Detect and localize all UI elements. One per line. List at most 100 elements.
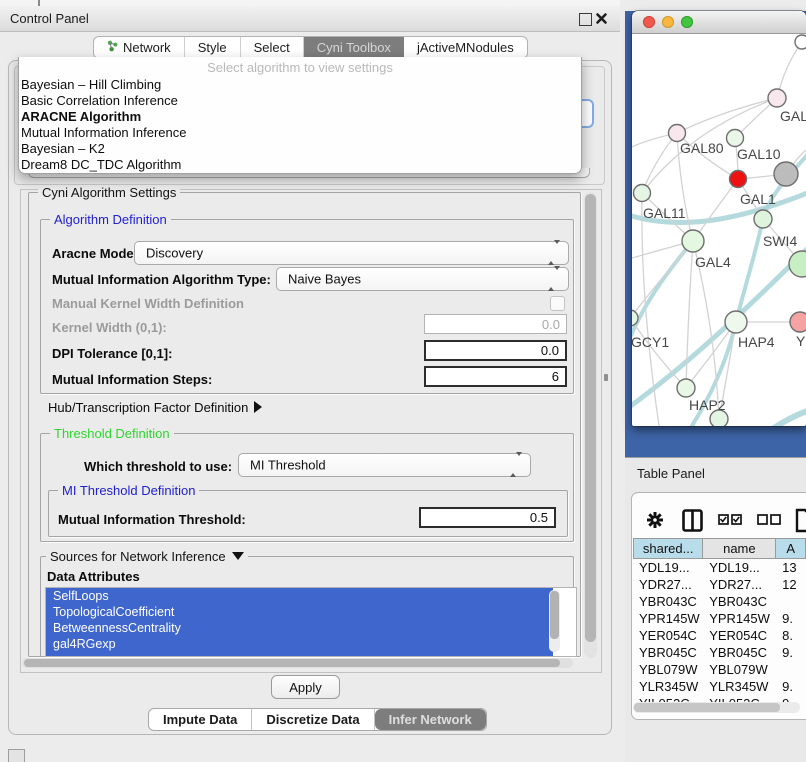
data-attribute-item[interactable]: gal4RGexp [46, 636, 553, 652]
splitter-handle[interactable] [604, 374, 608, 381]
algorithm-option[interactable]: Basic Correlation Inference [21, 93, 577, 109]
table-row[interactable]: YBL079WYBL079W [633, 661, 806, 678]
collapse-down-icon [232, 552, 244, 560]
tab-select[interactable]: Select [241, 37, 304, 58]
close-traffic-light-icon[interactable] [643, 16, 655, 28]
network-node-gal1[interactable] [730, 171, 747, 188]
tab-style[interactable]: Style [185, 37, 241, 58]
network-node[interactable] [774, 162, 798, 186]
columns-icon[interactable] [682, 509, 703, 532]
tab-label: Cyni Toolbox [317, 40, 391, 55]
network-node-swi4[interactable] [754, 210, 772, 228]
network-node-hap4[interactable] [725, 311, 747, 333]
mi-type-combo[interactable]: Naive Bayes [276, 267, 569, 291]
data-attributes-label: Data Attributes [47, 569, 140, 584]
sources-toggle[interactable]: Sources for Network Inference [46, 549, 248, 564]
data-attribute-item[interactable]: BetweennessCentrality [46, 620, 553, 636]
manual-kernel-label: Manual Kernel Width Definition [52, 296, 244, 311]
settings-hscrollbar-thumb[interactable] [24, 659, 560, 667]
table-cell: YPR145W [633, 611, 703, 626]
node-label: HAP2 [689, 397, 726, 413]
table-row[interactable]: YBR045CYBR045C9. [633, 644, 806, 661]
algorithm-option[interactable]: Bayesian – K2 [21, 141, 577, 157]
app-screenshot: Control Panel NetworkStyleSelectCyni Too… [0, 0, 806, 762]
node-label: Y [796, 333, 806, 349]
algorithm-option[interactable]: Mutual Information Inference [21, 125, 577, 141]
network-node-y[interactable] [790, 312, 806, 332]
combo-arrows-icon [548, 270, 560, 288]
settings-vscrollbar-thumb[interactable] [585, 194, 596, 642]
column-header-3[interactable]: A [776, 538, 806, 559]
mi-threshold-field[interactable]: 0.5 [419, 507, 556, 528]
algorithm-option[interactable]: Dream8 DC_TDC Algorithm [21, 157, 577, 173]
aracne-mode-label: Aracne Mode: [52, 246, 138, 261]
tab-network[interactable]: Network [94, 37, 185, 58]
table-hscrollbar-thumb[interactable] [634, 703, 780, 712]
table-cell: YLR345W [703, 679, 776, 694]
new-table-icon[interactable] [795, 508, 806, 533]
table-cell: 9. [776, 645, 806, 660]
table-cell: YER054C [703, 628, 776, 643]
table-row[interactable]: YDL19...YDL19...13 [633, 559, 806, 576]
attributes-vscrollbar-thumb[interactable] [550, 591, 559, 639]
column-header-2[interactable]: name [703, 538, 776, 559]
data-attribute-item[interactable]: SelfLoops [46, 588, 553, 604]
network-node-gal11[interactable] [634, 185, 651, 202]
kernel-width-field[interactable]: 0.0 [424, 314, 567, 334]
hub-definition-toggle[interactable]: Hub/Transcription Factor Definition [48, 400, 262, 415]
float-window-icon[interactable] [579, 13, 592, 26]
network-node-labels: GAL2GAL80GAL10GAL1GAL11SWI4GAL4HAP4YGCY1… [632, 108, 806, 413]
network-window-titlebar[interactable] [632, 11, 806, 34]
algorithm-option[interactable]: Bayesian – Hill Climbing [21, 77, 577, 93]
column-header-1[interactable]: shared... [633, 538, 703, 559]
close-icon[interactable] [595, 12, 608, 25]
table-cell: YLR345W [633, 679, 703, 694]
network-node-hap2[interactable] [677, 379, 695, 397]
network-node[interactable] [789, 251, 806, 277]
collapsed-panel-gadget[interactable] [8, 749, 25, 762]
table-row[interactable]: YBR043CYBR043C [633, 593, 806, 610]
checked-pair-icon[interactable] [718, 514, 742, 525]
mi-steps-field[interactable]: 6 [424, 366, 567, 387]
bottom-tab-discretize-data[interactable]: Discretize Data [252, 709, 374, 730]
minimize-traffic-light-icon[interactable] [662, 16, 674, 28]
network-node-gal80[interactable] [669, 125, 686, 142]
network-node-gal4[interactable] [682, 230, 704, 252]
table-row[interactable]: YDR27...YDR27...12 [633, 576, 806, 593]
gear-icon[interactable] [646, 511, 664, 529]
unchecked-pair-icon[interactable] [757, 514, 781, 525]
table-cell: YBR043C [633, 594, 703, 609]
network-nodes[interactable] [632, 35, 806, 426]
table-row[interactable]: YER054CYER054C8. [633, 627, 806, 644]
network-node-gal2[interactable] [768, 89, 786, 107]
data-attribute-item[interactable] [46, 652, 553, 657]
cyni-settings-title: Cyni Algorithm Settings [38, 185, 180, 200]
node-label: GAL11 [643, 205, 686, 221]
bottom-tab-infer-network[interactable]: Infer Network [375, 709, 486, 730]
table-cell: 12 [776, 577, 806, 592]
combo-arrows-icon [548, 244, 560, 262]
combo-arrows-icon [510, 456, 522, 474]
zoom-traffic-light-icon[interactable] [681, 16, 693, 28]
table-row[interactable]: YLR345WYLR345W9. [633, 678, 806, 695]
aracne-mode-combo[interactable]: Discovery [134, 241, 569, 265]
bottom-tab-impute-data[interactable]: Impute Data [149, 709, 252, 730]
network-node-gal10[interactable] [727, 130, 744, 147]
node-table[interactable]: shared...nameA YDL19...YDL19...13YDR27..… [633, 538, 806, 714]
table-cell: YBR045C [703, 645, 776, 660]
algorithm-option[interactable]: ARACNE Algorithm [21, 109, 577, 125]
node-label: GAL4 [695, 254, 731, 270]
table-cell: YDR27... [703, 577, 776, 592]
manual-kernel-checkbox[interactable] [550, 296, 565, 311]
network-canvas[interactable]: GAL2GAL80GAL10GAL1GAL11SWI4GAL4HAP4YGCY1… [632, 33, 806, 426]
which-threshold-combo[interactable]: MI Threshold [238, 453, 531, 477]
data-attributes-list[interactable]: SelfLoopsTopologicalCoefficientBetweenne… [45, 587, 577, 657]
apply-button[interactable]: Apply [271, 675, 340, 699]
tab-cyni-toolbox[interactable]: Cyni Toolbox [304, 37, 404, 58]
table-row[interactable]: YPR145WYPR145W9. [633, 610, 806, 627]
network-node[interactable] [795, 35, 806, 49]
tab-jactivemnodules[interactable]: jActiveMNodules [404, 37, 527, 58]
data-attribute-item[interactable]: TopologicalCoefficient [46, 604, 553, 620]
hub-definition-label: Hub/Transcription Factor Definition [48, 400, 248, 415]
dpi-tolerance-field[interactable]: 0.0 [424, 340, 567, 361]
